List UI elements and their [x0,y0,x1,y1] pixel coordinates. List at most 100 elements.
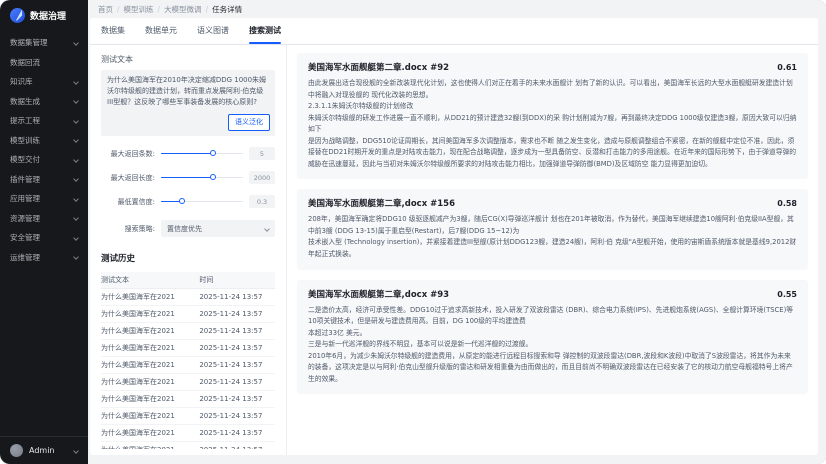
sidebar-menu: 数据集管理 数据回流 知识库 数据生成 提示工程 模型训练 [0,30,88,436]
chevron-down-icon [73,98,79,104]
sidebar-item-data-backflow[interactable]: 数据回流 [0,53,88,73]
min-confidence-value: 0.3 [249,195,275,208]
search-results-panel: 美国海军水面舰艇第二章.docx #92 0.61 由此发展出适合现役舰的全新改… [287,45,818,455]
sidebar-item-prompt-engineering[interactable]: 提示工程 [0,111,88,131]
sidebar-item-app-management[interactable]: 应用管理 [0,189,88,209]
semantic-generalize-button[interactable]: 语义泛化 [228,114,270,131]
sidebar-item-label: 运维管理 [10,252,40,263]
breadcrumb-separator: / [206,5,209,14]
test-history-title: 测试历史 [101,252,275,264]
history-row[interactable]: 为什么美国海军在2021 2025-11-24 13:57 [101,323,275,340]
history-header-row: 测试文本 时间 [101,272,275,289]
sidebar-item-dataset-management[interactable]: 数据集管理 [0,33,88,53]
max-return-length-value: 2000 [249,171,275,184]
result-card-93[interactable]: 美国海军水面舰艇第二章,docx #93 0.55 二是造价太高，经济可承受性差… [297,280,808,395]
sidebar-item-knowledge-base[interactable]: 知识库 [0,72,88,92]
main-area: 首页 / 模型训练 / 大模型微调 / 任务详情 数据集 数据单元 语义图谱 搜… [88,0,826,464]
chevron-down-icon [73,137,79,143]
breadcrumb-separator: / [117,5,120,14]
tab-search-test[interactable]: 搜索测试 [249,25,281,44]
search-test-config-panel: 测试文本 为什么美国海军在2010年决定缩减DDG 1000朱姆沃尔特级舰的建造… [90,45,287,455]
history-col-text: 测试文本 [101,275,199,285]
chevron-down-icon [73,215,79,221]
slider-handle[interactable] [179,198,185,204]
result-title: 美国海军水面舰艇第二章,docx #93 [308,288,449,300]
breadcrumb: 首页 / 模型训练 / 大模型微调 / 任务详情 [88,0,826,18]
chevron-down-icon [73,235,79,241]
sidebar-item-label: 资源管理 [10,213,40,224]
app-logo: 数据治理 [0,0,88,30]
max-return-count-slider[interactable] [161,150,243,158]
min-confidence-row: 最低置信度: 0.3 [101,195,275,208]
history-row[interactable]: 为什么美国海军在2021 2025-11-24 13:57 [101,442,275,449]
result-score: 0.58 [777,199,797,208]
sidebar-item-label: 知识库 [10,76,33,87]
search-strategy-label: 搜索策略: [101,224,155,234]
result-body: 由此发展出适合现役舰的全新改装现代化计划，这也使得人们对正在着手的未来水面舰计 … [308,78,797,170]
history-row[interactable]: 为什么美国海军在2021 2025-11-24 13:57 [101,391,275,408]
slider-handle[interactable] [210,174,216,180]
result-body: 二是造价太高，经济可承受性差。DDG10过于追求高新技术，投入研发了双波段雷达 … [308,305,797,386]
max-return-length-row: 最大返回长度: 2000 [101,171,275,184]
content-area: 测试文本 为什么美国海军在2010年决定缩减DDG 1000朱姆沃尔特级舰的建造… [90,45,818,455]
breadcrumb-task-detail: 任务详情 [212,4,242,15]
breadcrumb-separator: / [158,5,161,14]
sidebar: 数据治理 数据集管理 数据回流 知识库 数据生成 提示工程 [0,0,88,464]
app-window: 数据治理 数据集管理 数据回流 知识库 数据生成 提示工程 [0,0,826,464]
chevron-down-icon [73,157,79,163]
sidebar-item-model-training[interactable]: 模型训练 [0,131,88,151]
chevron-down-icon [73,176,79,182]
sidebar-item-label: 数据集管理 [10,37,48,48]
result-title: 美国海军水面舰艇第二章,docx #156 [308,197,455,209]
max-return-count-row: 最大返回条数: 5 [101,147,275,160]
search-strategy-value: 置信度优先 [167,224,202,234]
history-row[interactable]: 为什么美国海军在2021 2025-11-24 13:57 [101,357,275,374]
tab-semantic-graph[interactable]: 语义图谱 [197,25,229,44]
test-text-input[interactable]: 为什么美国海军在2010年决定缩减DDG 1000朱姆沃尔特级舰的建造计划，转而… [101,70,275,136]
breadcrumb-model-training[interactable]: 模型训练 [124,4,154,15]
avatar [10,444,23,457]
result-score: 0.55 [777,290,797,299]
sidebar-item-security-management[interactable]: 安全管理 [0,228,88,248]
history-row[interactable]: 为什么美国海军在2021 2025-11-24 13:57 [101,425,275,442]
sidebar-item-data-generation[interactable]: 数据生成 [0,92,88,112]
history-row[interactable]: 为什么美国海军在2021 2025-11-24 13:57 [101,306,275,323]
chevron-down-icon [73,196,79,202]
logo-icon [10,8,25,23]
app-title: 数据治理 [30,9,66,22]
result-card-156[interactable]: 美国海军水面舰艇第二章,docx #156 0.58 208年，美国海军确定将D… [297,189,808,269]
breadcrumb-llm-finetune[interactable]: 大模型微调 [164,4,202,15]
main-panel: 数据集 数据单元 语义图谱 搜索测试 测试文本 为什么美国海军在2010年决定缩… [90,18,818,455]
sidebar-item-model-delivery[interactable]: 模型交付 [0,150,88,170]
history-row[interactable]: 为什么美国海军在2021 2025-11-24 13:57 [101,289,275,306]
min-confidence-slider[interactable] [161,198,243,206]
user-name: Admin [29,446,68,455]
sidebar-item-label: 模型交付 [10,154,40,165]
search-strategy-select[interactable]: 置信度优先 [161,220,275,237]
slider-handle[interactable] [210,150,216,156]
sidebar-item-label: 数据回流 [10,57,40,68]
history-row[interactable]: 为什么美国海军在2021 2025-11-24 13:57 [101,374,275,391]
tab-bar: 数据集 数据单元 语义图谱 搜索测试 [90,18,818,45]
sidebar-item-ops-management[interactable]: 运维管理 [0,248,88,268]
max-return-length-label: 最大返回长度: [101,173,155,183]
sidebar-item-plugin-management[interactable]: 插件管理 [0,170,88,190]
result-title: 美国海军水面舰艇第二章.docx #92 [308,61,449,73]
max-return-length-slider[interactable] [161,174,243,182]
sidebar-item-label: 安全管理 [10,232,40,243]
tab-dataset[interactable]: 数据集 [101,25,125,44]
chevron-down-icon [73,79,79,85]
tab-data-unit[interactable]: 数据单元 [145,25,177,44]
user-account[interactable]: Admin [0,436,88,464]
breadcrumb-home[interactable]: 首页 [98,4,113,15]
max-return-count-label: 最大返回条数: [101,149,155,159]
sidebar-item-label: 应用管理 [10,193,40,204]
test-text-label: 测试文本 [101,54,275,65]
history-row[interactable]: 为什么美国海军在2021 2025-11-24 13:57 [101,408,275,425]
chevron-down-icon [73,118,79,124]
min-confidence-label: 最低置信度: [101,197,155,207]
history-row[interactable]: 为什么美国海军在2021 2025-11-24 13:57 [101,340,275,357]
result-card-92[interactable]: 美国海军水面舰艇第二章.docx #92 0.61 由此发展出适合现役舰的全新改… [297,53,808,179]
search-strategy-row: 搜索策略: 置信度优先 [101,220,275,237]
sidebar-item-resource-management[interactable]: 资源管理 [0,209,88,229]
